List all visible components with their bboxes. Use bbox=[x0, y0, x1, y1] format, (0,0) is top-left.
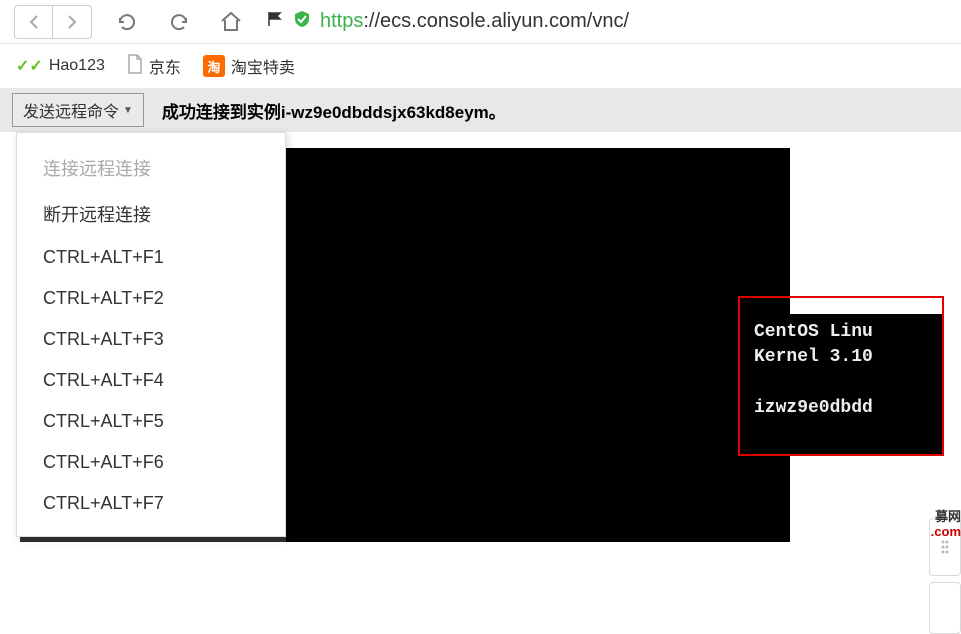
file-icon bbox=[127, 54, 143, 79]
home-icon bbox=[219, 10, 243, 34]
command-bar: 发送远程命令 ▼ 成功连接到实例i-wz9e0dbddsjx63kd8eym。 bbox=[0, 88, 961, 132]
browser-toolbar: https://ecs.console.aliyun.com/vnc/ bbox=[0, 0, 961, 44]
send-remote-command-button[interactable]: 发送远程命令 ▼ bbox=[12, 93, 144, 127]
undo-icon bbox=[168, 11, 190, 33]
reload-icon bbox=[116, 11, 138, 33]
undo-button[interactable] bbox=[162, 5, 196, 39]
hao123-icon: ✓✓ bbox=[16, 56, 43, 76]
bookmark-label: 京东 bbox=[149, 54, 181, 78]
bookmark-taobao[interactable]: 淘 淘宝特卖 bbox=[203, 54, 295, 78]
watermark: 募网.com bbox=[931, 509, 961, 540]
menu-item-ctrl-alt-f3[interactable]: CTRL+ALT+F3 bbox=[17, 319, 285, 360]
vnc-screen[interactable] bbox=[286, 148, 790, 542]
home-button[interactable] bbox=[214, 5, 248, 39]
menu-item-ctrl-alt-f5[interactable]: CTRL+ALT+F5 bbox=[17, 401, 285, 442]
remote-command-menu: 连接远程连接 断开远程连接 CTRL+ALT+F1 CTRL+ALT+F2 CT… bbox=[16, 132, 286, 537]
button-label: 发送远程命令 bbox=[23, 98, 119, 122]
content-area: 连接远程连接 断开远程连接 CTRL+ALT+F1 CTRL+ALT+F2 CT… bbox=[0, 132, 961, 542]
dropdown-caret-icon: ▼ bbox=[123, 105, 133, 116]
back-button[interactable] bbox=[15, 6, 53, 38]
menu-item-ctrl-alt-f2[interactable]: CTRL+ALT+F2 bbox=[17, 278, 285, 319]
terminal-output: CentOS Linu Kernel 3.10 izwz9e0dbdd bbox=[752, 314, 942, 454]
taobao-icon: 淘 bbox=[203, 55, 225, 77]
shield-icon bbox=[292, 9, 312, 35]
bookmark-hao123[interactable]: ✓✓ Hao123 bbox=[16, 56, 105, 76]
side-widget-2[interactable] bbox=[929, 582, 961, 634]
connection-status: 成功连接到实例i-wz9e0dbddsjx63kd8eym。 bbox=[162, 98, 506, 123]
menu-item-ctrl-alt-f1[interactable]: CTRL+ALT+F1 bbox=[17, 237, 285, 278]
terminal-highlight-box: CentOS Linu Kernel 3.10 izwz9e0dbdd bbox=[738, 296, 944, 456]
bookmarks-bar: ✓✓ Hao123 京东 淘 淘宝特卖 bbox=[0, 44, 961, 88]
bookmark-label: Hao123 bbox=[49, 57, 105, 75]
url-text: https://ecs.console.aliyun.com/vnc/ bbox=[320, 10, 629, 33]
chevron-left-icon bbox=[28, 14, 40, 30]
menu-item-disconnect[interactable]: 断开远程连接 bbox=[17, 191, 285, 237]
flag-icon bbox=[266, 10, 284, 33]
reload-button[interactable] bbox=[110, 5, 144, 39]
menu-item-ctrl-alt-f6[interactable]: CTRL+ALT+F6 bbox=[17, 442, 285, 483]
bookmark-label: 淘宝特卖 bbox=[231, 54, 295, 78]
menu-item-connect: 连接远程连接 bbox=[17, 145, 285, 191]
chevron-right-icon bbox=[66, 14, 78, 30]
bookmark-jd[interactable]: 京东 bbox=[127, 54, 181, 79]
forward-button[interactable] bbox=[53, 6, 91, 38]
menu-item-ctrl-alt-f4[interactable]: CTRL+ALT+F4 bbox=[17, 360, 285, 401]
address-bar[interactable]: https://ecs.console.aliyun.com/vnc/ bbox=[266, 9, 947, 35]
dots-icon bbox=[940, 538, 950, 556]
menu-item-ctrl-alt-f7[interactable]: CTRL+ALT+F7 bbox=[17, 483, 285, 524]
nav-buttons bbox=[14, 5, 92, 39]
